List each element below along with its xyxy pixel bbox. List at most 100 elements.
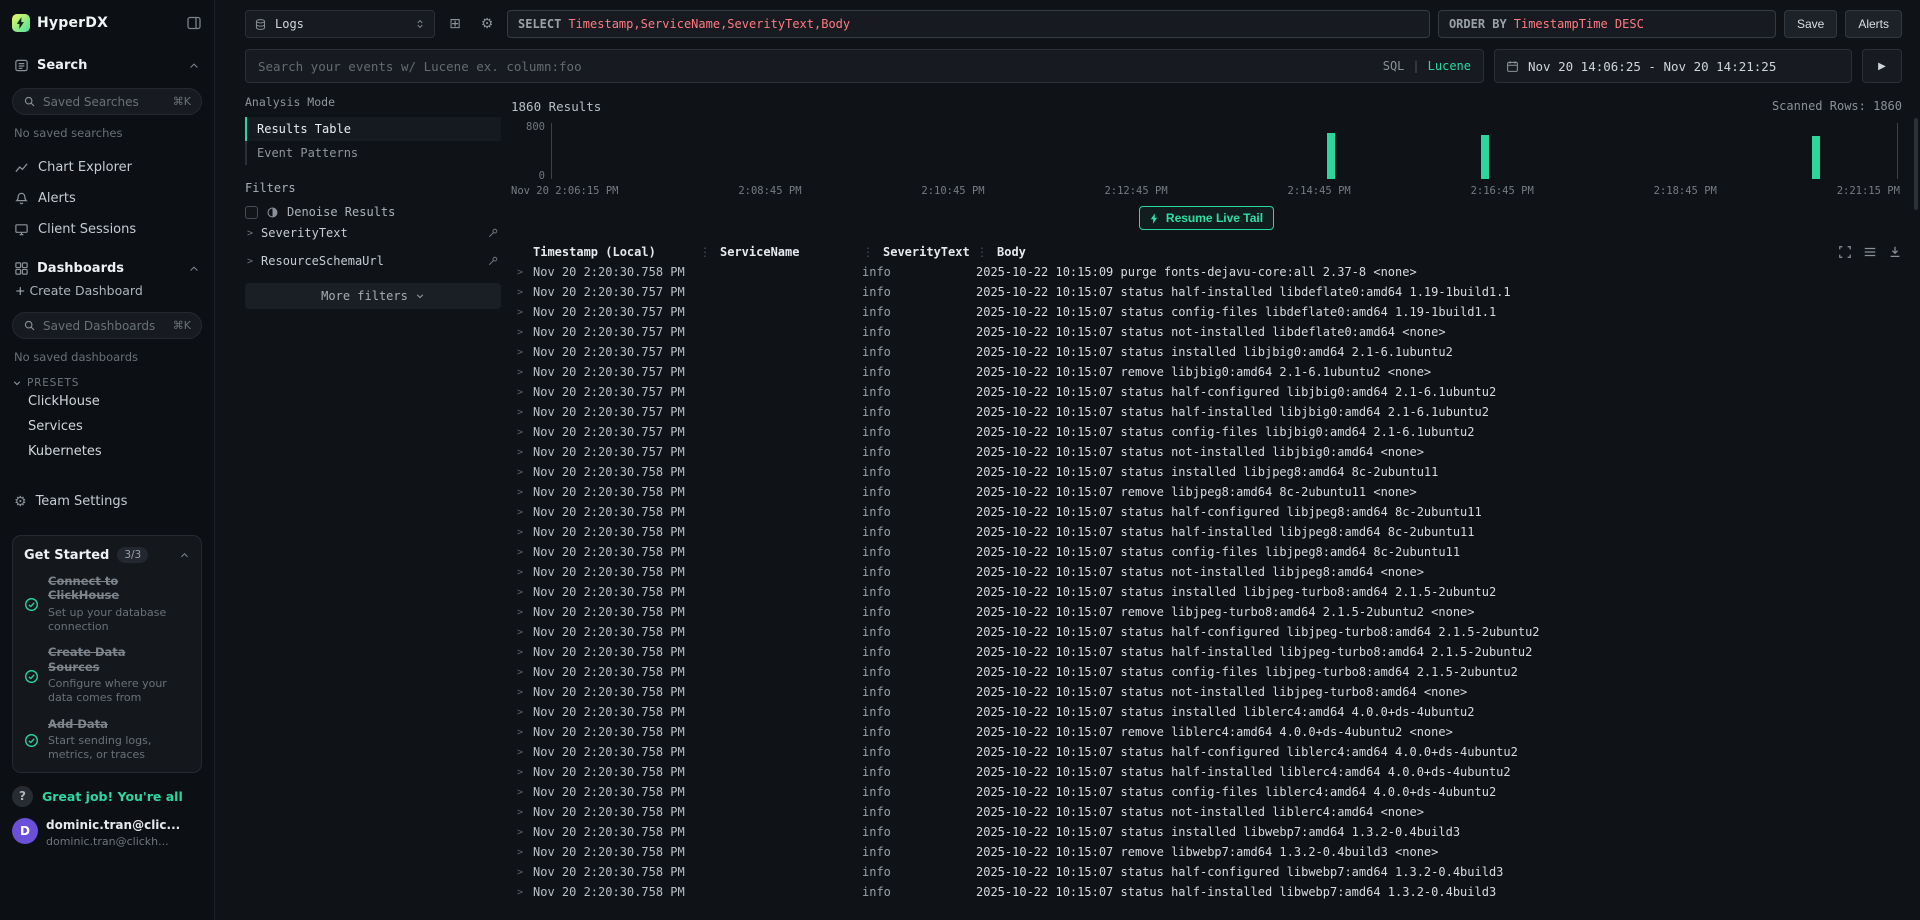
alerts-button[interactable]: Alerts <box>1845 10 1902 38</box>
scrollbar-thumb[interactable] <box>1914 118 1918 210</box>
row-expand-icon[interactable]: > <box>511 887 533 898</box>
chart-bar[interactable] <box>1812 136 1820 179</box>
row-expand-icon[interactable]: > <box>511 267 533 278</box>
table-row[interactable]: > Nov 20 2:20:30.757 PM info 2025-10-22 … <box>511 422 1902 442</box>
row-expand-icon[interactable]: > <box>511 767 533 778</box>
source-select[interactable]: Logs <box>245 10 435 38</box>
row-expand-icon[interactable]: > <box>511 747 533 758</box>
table-row[interactable]: > Nov 20 2:20:30.757 PM info 2025-10-22 … <box>511 362 1902 382</box>
sidebar-item-alerts[interactable]: Alerts <box>12 183 202 214</box>
sidebar-item-client-sessions[interactable]: Client Sessions <box>12 214 202 245</box>
table-row[interactable]: > Nov 20 2:20:30.758 PM info 2025-10-22 … <box>511 862 1902 882</box>
table-row[interactable]: > Nov 20 2:20:30.758 PM info 2025-10-22 … <box>511 662 1902 682</box>
denoise-results-toggle[interactable]: Denoise Results <box>245 205 501 219</box>
saved-dashboards-input[interactable]: Saved Dashboards ⌘K <box>12 312 202 339</box>
column-separator-icon[interactable]: ⋮ <box>862 245 874 259</box>
sidebar-item-chart-explorer[interactable]: Chart Explorer <box>12 152 202 183</box>
select-query-editor[interactable]: SELECT Timestamp,ServiceName,SeverityTex… <box>507 10 1430 38</box>
pin-icon[interactable] <box>487 255 499 267</box>
orderby-editor[interactable]: ORDER BY TimestampTime DESC <box>1438 10 1776 38</box>
denoise-checkbox[interactable] <box>245 206 258 219</box>
row-expand-icon[interactable]: > <box>511 807 533 818</box>
sidebar-item-dashboards[interactable]: Dashboards <box>12 259 202 278</box>
expand-icon[interactable] <box>1838 245 1852 259</box>
row-expand-icon[interactable]: > <box>511 387 533 398</box>
sidebar-collapse-icon[interactable] <box>186 15 202 31</box>
row-expand-icon[interactable]: > <box>511 827 533 838</box>
row-expand-icon[interactable]: > <box>511 627 533 638</box>
column-header-servicename[interactable]: ⋮ServiceName <box>699 245 862 259</box>
sidebar-item-team-settings[interactable]: ⚙ Team Settings <box>12 486 202 517</box>
saved-searches-input[interactable]: Saved Searches ⌘K <box>12 88 202 115</box>
table-row[interactable]: > Nov 20 2:20:30.757 PM info 2025-10-22 … <box>511 322 1902 342</box>
row-expand-icon[interactable]: > <box>511 867 533 878</box>
table-row[interactable]: > Nov 20 2:20:30.758 PM info 2025-10-22 … <box>511 622 1902 642</box>
row-expand-icon[interactable]: > <box>511 347 533 358</box>
columns-icon[interactable] <box>1863 245 1877 259</box>
row-expand-icon[interactable]: > <box>511 707 533 718</box>
table-row[interactable]: > Nov 20 2:20:30.758 PM info 2025-10-22 … <box>511 582 1902 602</box>
row-expand-icon[interactable]: > <box>511 647 533 658</box>
pin-icon[interactable] <box>487 227 499 239</box>
table-row[interactable]: > Nov 20 2:20:30.757 PM info 2025-10-22 … <box>511 302 1902 322</box>
row-expand-icon[interactable]: > <box>511 847 533 858</box>
table-row[interactable]: > Nov 20 2:20:30.758 PM info 2025-10-22 … <box>511 822 1902 842</box>
table-row[interactable]: > Nov 20 2:20:30.758 PM info 2025-10-22 … <box>511 802 1902 822</box>
get-started-item[interactable]: Create Data Sources Configure where your… <box>24 645 190 705</box>
mode-toggle-sql[interactable]: SQL <box>1383 59 1405 73</box>
download-icon[interactable] <box>1888 245 1902 259</box>
row-expand-icon[interactable]: > <box>511 607 533 618</box>
tab-results-table[interactable]: Results Table <box>245 117 501 141</box>
table-row[interactable]: > Nov 20 2:20:30.757 PM info 2025-10-22 … <box>511 402 1902 422</box>
table-row[interactable]: > Nov 20 2:20:30.758 PM info 2025-10-22 … <box>511 782 1902 802</box>
resume-live-tail-button[interactable]: Resume Live Tail <box>1139 206 1274 230</box>
row-expand-icon[interactable]: > <box>511 547 533 558</box>
chart-bar[interactable] <box>1481 135 1489 179</box>
row-expand-icon[interactable]: > <box>511 327 533 338</box>
get-started-header[interactable]: Get Started 3/3 <box>24 547 190 563</box>
column-header-body[interactable]: ⋮Body <box>976 245 1902 259</box>
sidebar-item-services[interactable]: Services <box>12 414 202 439</box>
filter-group-severitytext[interactable]: > SeverityText <box>245 219 501 247</box>
row-expand-icon[interactable]: > <box>511 447 533 458</box>
table-row[interactable]: > Nov 20 2:20:30.758 PM info 2025-10-22 … <box>511 842 1902 862</box>
row-expand-icon[interactable]: > <box>511 587 533 598</box>
table-row[interactable]: > Nov 20 2:20:30.757 PM info 2025-10-22 … <box>511 382 1902 402</box>
table-row[interactable]: > Nov 20 2:20:30.758 PM info 2025-10-22 … <box>511 482 1902 502</box>
row-expand-icon[interactable]: > <box>511 367 533 378</box>
table-row[interactable]: > Nov 20 2:20:30.758 PM info 2025-10-22 … <box>511 742 1902 762</box>
more-filters-button[interactable]: More filters <box>245 283 501 309</box>
get-started-item[interactable]: Connect to ClickHouse Set up your databa… <box>24 574 190 634</box>
table-row[interactable]: > Nov 20 2:20:30.758 PM info 2025-10-22 … <box>511 602 1902 622</box>
sidebar-item-kubernetes[interactable]: Kubernetes <box>12 439 202 464</box>
run-query-button[interactable]: ▶ <box>1862 49 1902 83</box>
help-icon[interactable]: ? <box>12 786 33 807</box>
get-started-item[interactable]: Add Data Start sending logs, metrics, or… <box>24 717 190 763</box>
column-separator-icon[interactable]: ⋮ <box>976 245 988 259</box>
table-row[interactable]: > Nov 20 2:20:30.758 PM info 2025-10-22 … <box>511 882 1902 902</box>
table-row[interactable]: > Nov 20 2:20:30.758 PM info 2025-10-22 … <box>511 762 1902 782</box>
row-expand-icon[interactable]: > <box>511 567 533 578</box>
table-row[interactable]: > Nov 20 2:20:30.758 PM info 2025-10-22 … <box>511 542 1902 562</box>
sidebar-item-search[interactable]: Search <box>12 56 202 75</box>
table-row[interactable]: > Nov 20 2:20:30.758 PM info 2025-10-22 … <box>511 702 1902 722</box>
chart-plot[interactable] <box>551 123 1898 179</box>
table-row[interactable]: > Nov 20 2:20:30.758 PM info 2025-10-22 … <box>511 562 1902 582</box>
row-expand-icon[interactable]: > <box>511 667 533 678</box>
sidebar-item-clickhouse[interactable]: ClickHouse <box>12 389 202 414</box>
source-settings-gear-icon[interactable]: ⚙ <box>475 10 499 38</box>
column-header-timestamp[interactable]: Timestamp (Local) <box>533 245 699 259</box>
presets-header[interactable]: PRESETS <box>12 377 202 389</box>
row-expand-icon[interactable]: > <box>511 727 533 738</box>
save-button[interactable]: Save <box>1784 10 1837 38</box>
add-source-icon[interactable]: ⊞ <box>443 10 467 38</box>
row-expand-icon[interactable]: > <box>511 467 533 478</box>
mode-toggle-lucene[interactable]: Lucene <box>1428 59 1471 73</box>
table-row[interactable]: > Nov 20 2:20:30.758 PM info 2025-10-22 … <box>511 462 1902 482</box>
filter-group-resourceschemaurl[interactable]: > ResourceSchemaUrl <box>245 247 501 275</box>
tab-event-patterns[interactable]: Event Patterns <box>245 141 501 165</box>
user-menu[interactable]: D dominic.tran@clic... dominic.tran@clic… <box>12 818 202 848</box>
table-row[interactable]: > Nov 20 2:20:30.758 PM info 2025-10-22 … <box>511 722 1902 742</box>
column-separator-icon[interactable]: ⋮ <box>699 245 711 259</box>
table-row[interactable]: > Nov 20 2:20:30.758 PM info 2025-10-22 … <box>511 642 1902 662</box>
